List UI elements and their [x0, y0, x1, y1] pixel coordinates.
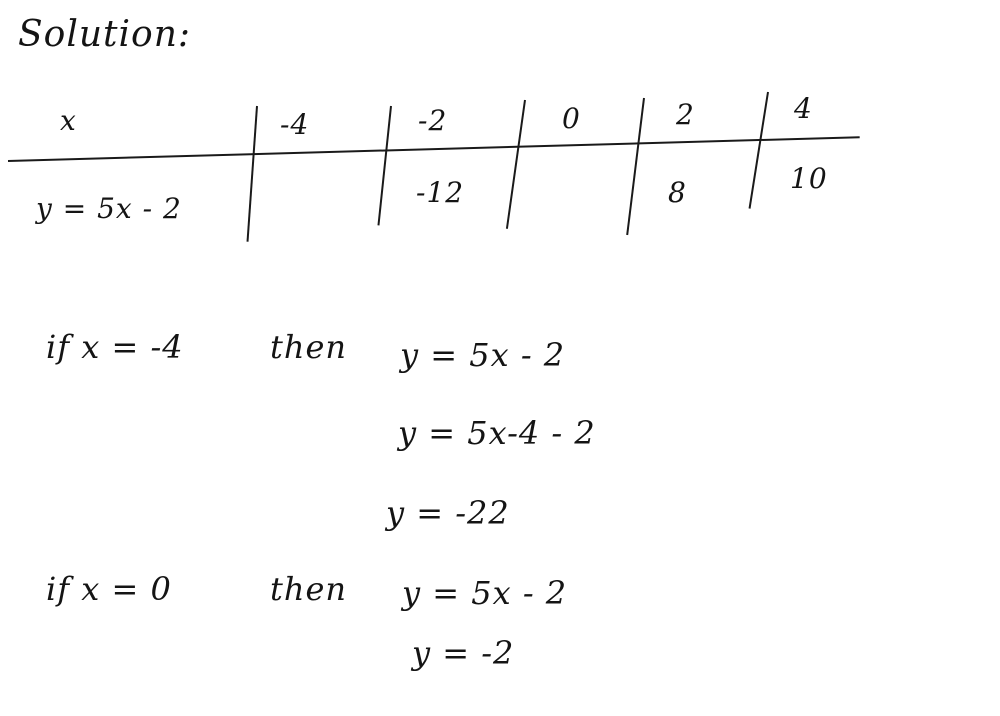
- table-divider: [505, 99, 526, 229]
- table-divider: [626, 97, 645, 236]
- y-value: -12: [416, 176, 465, 209]
- solution-heading: Solution:: [18, 14, 192, 55]
- work-then: then: [270, 570, 348, 608]
- work-step: y = 5x - 2: [400, 336, 566, 374]
- table-header-x: x: [60, 104, 77, 137]
- y-value: 10: [790, 162, 828, 195]
- table-divider: [748, 91, 769, 209]
- table-divider: [246, 105, 258, 242]
- table-row-label-y: y = 5x - 2: [36, 192, 182, 225]
- table-divider: [377, 105, 392, 226]
- table-horizontal-rule: [7, 136, 860, 162]
- work-step: y = -22: [386, 494, 510, 532]
- x-value: 2: [676, 98, 695, 131]
- x-value: -2: [418, 104, 448, 137]
- work-step: y = 5x - 2: [402, 574, 568, 612]
- work-step: y = 5x-4 - 2: [398, 414, 596, 452]
- work-condition: if x = 0: [46, 570, 172, 608]
- work-then: then: [270, 328, 348, 366]
- x-value: -4: [280, 108, 310, 141]
- work-step: y = -2: [412, 634, 515, 672]
- x-value: 0: [562, 102, 581, 135]
- y-value: 8: [668, 176, 687, 209]
- x-value: 4: [794, 92, 813, 125]
- work-condition: if x = -4: [46, 328, 184, 366]
